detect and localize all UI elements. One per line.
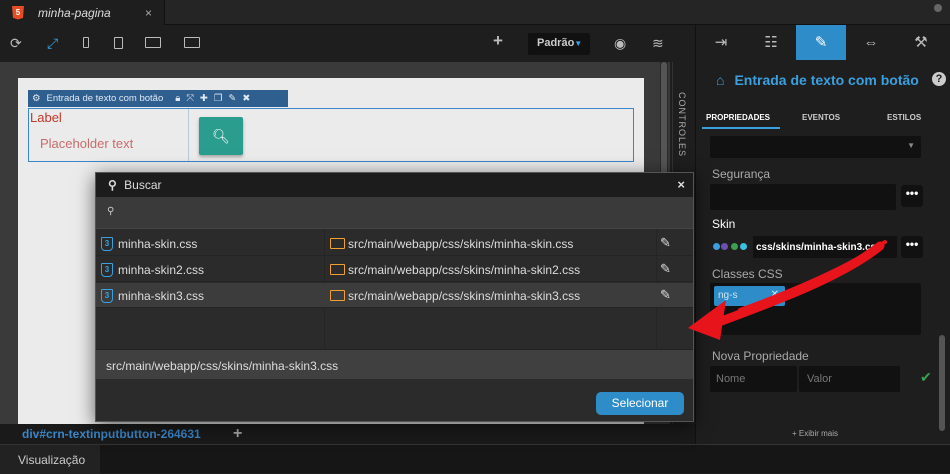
previous-select[interactable]: ▼ — [710, 136, 921, 158]
monitor-icon[interactable] — [184, 37, 200, 48]
search-dialog: ⚲ Buscar × ⚲ 3 minha-skin.css src/main/w… — [95, 172, 694, 422]
resize-icon[interactable]: ⇔ — [846, 25, 896, 60]
file-path: src/main/webapp/css/skins/minha-skin.css — [348, 237, 574, 251]
panel-tabs: ⇥ ☷ ✎ ⇔ ⚒ — [696, 25, 950, 60]
arrow-head — [688, 300, 726, 340]
window-control-icon[interactable] — [934, 4, 942, 12]
theme-select[interactable]: Padrão▼ — [528, 33, 590, 55]
active-tab-indicator — [702, 127, 780, 129]
file-name: minha-skin3.css — [118, 289, 205, 303]
folder-icon — [330, 264, 345, 275]
tab-minha-pagina[interactable]: 5 minha-pagina × — [0, 0, 165, 25]
folder-icon — [330, 290, 345, 301]
breadcrumb-bar: div#crn-textinputbutton-264631 + — [0, 424, 695, 444]
refresh-icon[interactable]: ⟳ — [10, 35, 22, 51]
wrench-icon[interactable]: ⚒ — [896, 25, 946, 60]
footer-bar: Visualização — [0, 444, 950, 474]
seguranca-field[interactable] — [710, 184, 896, 210]
tab-propriedades[interactable]: PROPRIEDADES — [706, 113, 770, 122]
pencil-icon[interactable]: ✎ — [660, 287, 671, 303]
tab-estilos[interactable]: ESTILOS — [887, 113, 921, 122]
component-label: Label — [30, 110, 62, 125]
editor-tab-bar: 5 minha-pagina × — [0, 0, 950, 25]
search-icon: ⚲ — [108, 178, 117, 192]
move-icon[interactable]: ✚ — [200, 93, 208, 104]
css3-icon: 3 — [101, 289, 113, 303]
remove-icon[interactable]: ✖ — [242, 93, 250, 104]
tab-eventos[interactable]: EVENTOS — [802, 113, 840, 122]
file-row[interactable]: 3 minha-skin.css src/main/webapp/css/ski… — [96, 231, 693, 256]
pencil-icon[interactable]: ✎ — [660, 235, 671, 251]
dialog-search-bar: ⚲ — [96, 197, 693, 229]
exibir-mais-link[interactable]: + Exibir mais — [792, 429, 838, 438]
file-path: src/main/webapp/css/skins/minha-skin3.cs… — [348, 289, 581, 303]
component-toolbar: ⚙ Entrada de texto com botão 🔒︎ ⤧ ✚ ❐ ✎ … — [28, 90, 288, 107]
dialog-header: ⚲ Buscar — [96, 173, 693, 197]
valor-input[interactable]: Valor — [799, 366, 900, 392]
breadcrumb[interactable]: div#crn-textinputbutton-264631 — [22, 427, 201, 441]
dialog-title: Buscar — [124, 178, 162, 192]
check-icon[interactable]: ✔ — [920, 369, 932, 386]
css3-icon: 3 — [101, 237, 113, 251]
selected-path: src/main/webapp/css/skins/minha-skin3.cs… — [96, 349, 693, 379]
component-placeholder: Placeholder text — [40, 136, 134, 151]
file-name: minha-skin.css — [118, 237, 198, 251]
arrow-shaft — [703, 241, 885, 331]
select-button[interactable]: Selecionar — [596, 392, 684, 415]
text-input-button-component[interactable]: Label Placeholder text 🔍︎ — [28, 108, 634, 162]
fit-screen-icon[interactable]: ⤢ — [47, 35, 58, 51]
file-row[interactable]: 3 minha-skin2.css src/main/webapp/css/sk… — [96, 257, 693, 282]
html5-icon: 5 — [12, 5, 24, 20]
component-search-button[interactable]: 🔍︎ — [199, 117, 243, 155]
arrow-stroke — [738, 240, 887, 312]
desktop-icon[interactable] — [145, 37, 161, 48]
eye-slash-icon[interactable]: ◉ — [614, 35, 626, 51]
component-type-icon: ⚙ — [32, 93, 41, 104]
tree-icon[interactable]: ☷ — [746, 25, 796, 60]
lock-icon[interactable]: 🔒︎ — [175, 93, 180, 104]
database-icon[interactable]: ≋ — [652, 35, 664, 51]
pencil-icon[interactable]: ✎ — [796, 25, 846, 60]
seguranca-label: Segurança — [712, 167, 771, 181]
copy-icon[interactable]: ❐ — [214, 93, 223, 104]
help-icon[interactable]: ? — [932, 72, 946, 86]
tablet-icon[interactable] — [114, 37, 123, 49]
file-row[interactable]: 3 minha-skin3.css src/main/webapp/css/sk… — [96, 283, 693, 308]
file-list: 3 minha-skin.css src/main/webapp/css/ski… — [96, 229, 693, 349]
component-toolbar-title: Entrada de texto com botão — [46, 93, 164, 104]
css3-icon: 3 — [101, 263, 113, 277]
panel-subtabs: PROPRIEDADES EVENTOS ESTILOS — [696, 103, 950, 131]
phone-icon[interactable] — [83, 37, 89, 48]
annotation-arrow — [688, 240, 887, 340]
component-type-icon: ⌂ — [716, 72, 725, 88]
search-icon: 🔍︎ — [212, 128, 230, 144]
add-icon[interactable]: + — [493, 32, 503, 49]
controls-label: CONTROLES — [677, 92, 687, 158]
add-page-icon[interactable]: + — [233, 425, 242, 443]
import-icon[interactable]: ⇥ — [696, 25, 746, 60]
expand-icon[interactable]: ⤧ — [186, 93, 194, 104]
canvas-toolbar: ⟳ ⤢ + Padrão▼ ◉ ≋ — [0, 25, 695, 62]
panel-title: ⌂ Entrada de texto com botão — [716, 72, 919, 88]
close-icon[interactable]: × — [677, 177, 685, 192]
search-icon: ⚲ — [107, 206, 115, 217]
component-input[interactable]: Label Placeholder text — [29, 109, 189, 161]
pencil-icon[interactable]: ✎ — [660, 261, 671, 277]
chevron-down-icon: ▼ — [907, 141, 915, 150]
tab-label: minha-pagina — [38, 5, 111, 20]
magic-wand-icon[interactable]: ✎ — [228, 93, 236, 104]
view-tab[interactable]: Visualização — [0, 445, 100, 474]
file-path: src/main/webapp/css/skins/minha-skin2.cs… — [348, 263, 581, 277]
nova-propriedade-label: Nova Propriedade — [712, 349, 809, 363]
chevron-down-icon: ▼ — [574, 39, 583, 48]
file-name: minha-skin2.css — [118, 263, 205, 277]
search-input[interactable] — [124, 203, 684, 223]
seguranca-more-button[interactable]: ••• — [901, 185, 923, 207]
folder-icon — [330, 238, 345, 249]
nome-input[interactable]: Nome — [710, 366, 797, 392]
tab-close-icon[interactable]: × — [145, 6, 152, 20]
panel-scrollbar[interactable] — [939, 335, 945, 431]
